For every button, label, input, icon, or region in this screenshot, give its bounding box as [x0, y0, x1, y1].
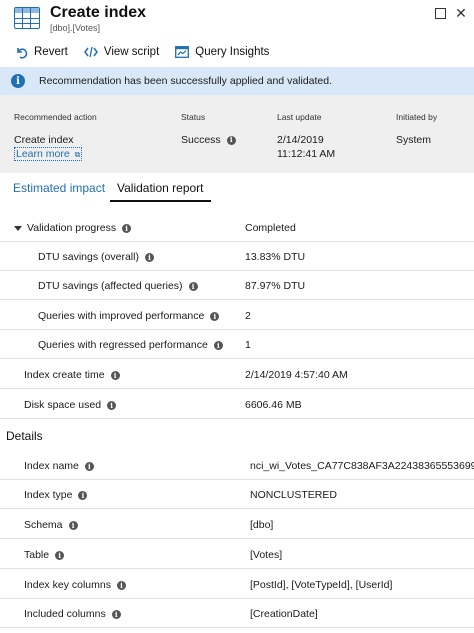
row-value: 13.83% DTU: [245, 251, 306, 263]
undo-icon: [15, 46, 28, 59]
query-insights-label: Query Insights: [195, 46, 270, 58]
row-value: [Votes]: [250, 549, 283, 561]
status-text: Success: [181, 134, 221, 146]
maximize-button[interactable]: [432, 5, 448, 21]
toolbar: Revert View script Query Insights: [0, 40, 474, 64]
improved-queries-row: Queries with improved performance i 2: [0, 301, 474, 330]
info-icon[interactable]: i: [110, 370, 120, 380]
info-icon: i: [11, 74, 25, 88]
active-tab-indicator: [110, 200, 211, 202]
tab-validation-report[interactable]: Validation report: [117, 181, 204, 195]
info-icon[interactable]: i: [213, 340, 223, 350]
code-icon: [83, 46, 98, 58]
revert-button[interactable]: Revert: [15, 46, 68, 59]
row-label: Queries with regressed performance: [38, 339, 208, 351]
index-key-columns-row: Index key columns i [PostId], [VoteTypeI…: [0, 570, 474, 599]
recommended-action-value: Create index: [14, 134, 74, 146]
row-value: 2: [245, 310, 251, 322]
row-label: Index name: [24, 460, 79, 472]
row-label: Index key columns: [24, 579, 111, 591]
info-icon[interactable]: i: [84, 461, 94, 471]
table-row: Table i [Votes]: [0, 540, 474, 569]
revert-label: Revert: [34, 46, 68, 58]
row-value: Completed: [245, 222, 296, 234]
details-section-title: Details: [6, 429, 43, 443]
blade-header: Create index [dbo].[Votes] ✕: [0, 0, 474, 38]
learn-more-link[interactable]: Learn more ⧉: [14, 147, 83, 161]
row-value: nci_wi_Votes_CA77C838AF3A22438365553699C…: [250, 460, 474, 472]
tab-estimated-impact[interactable]: Estimated impact: [13, 181, 105, 195]
last-update-header: Last update: [277, 112, 322, 122]
banner-message: Recommendation has been successfully app…: [39, 75, 333, 87]
query-insights-button[interactable]: Query Insights: [175, 46, 269, 58]
index-type-row: Index type i NONCLUSTERED: [0, 480, 474, 509]
row-value: 87.97% DTU: [245, 280, 306, 292]
row-label: Disk space used: [24, 399, 102, 411]
row-value: 6606.46 MB: [245, 399, 302, 411]
info-icon[interactable]: i: [116, 580, 126, 590]
chart-window-icon: [175, 46, 190, 58]
row-value: 1: [245, 339, 251, 351]
info-icon[interactable]: i: [210, 311, 220, 321]
recommended-action-header: Recommended action: [14, 112, 97, 122]
row-label: Validation progress: [27, 222, 117, 234]
validation-progress-row[interactable]: Validation progress i Completed: [0, 213, 474, 242]
last-update-value: 2/14/2019 11:12:41 AM: [277, 133, 335, 161]
page-title: Create index: [50, 4, 147, 21]
included-columns-row: Included columns i [CreationDate]: [0, 599, 474, 628]
row-value: NONCLUSTERED: [250, 489, 337, 501]
index-name-row: Index name i nci_wi_Votes_CA77C838AF3A22…: [0, 451, 474, 480]
row-label: Included columns: [24, 608, 106, 620]
info-icon[interactable]: i: [188, 281, 198, 291]
info-icon[interactable]: i: [55, 550, 65, 560]
regressed-queries-row: Queries with regressed performance i 1: [0, 330, 474, 359]
row-value: [dbo]: [250, 519, 274, 531]
row-label: DTU savings (overall): [38, 251, 139, 263]
row-label: DTU savings (affected queries): [38, 280, 183, 292]
status-header: Status: [181, 112, 206, 122]
index-create-time-row: Index create time i 2/14/2019 4:57:40 AM: [0, 360, 474, 389]
info-icon[interactable]: i: [107, 400, 117, 410]
last-update-time: 11:12:41 AM: [277, 148, 336, 160]
recommendation-summary: Recommended action Status Last update In…: [0, 95, 474, 173]
view-script-button[interactable]: View script: [83, 46, 160, 58]
last-update-date: 2/14/2019: [277, 134, 324, 146]
tab-strip: Estimated impact Validation report: [0, 176, 474, 202]
caret-down-icon: [14, 225, 22, 231]
external-link-icon: ⧉: [74, 150, 81, 159]
status-info-icon[interactable]: i: [226, 135, 236, 145]
view-script-label: View script: [103, 46, 160, 58]
row-label: Index create time: [24, 369, 105, 381]
info-icon[interactable]: i: [111, 609, 121, 619]
disk-space-row: Disk space used i 6606.46 MB: [0, 390, 474, 419]
initiated-by-header: Initiated by: [396, 112, 438, 122]
learn-more-label: Learn more: [16, 148, 70, 160]
row-label: Queries with improved performance: [38, 310, 205, 322]
row-value: [CreationDate]: [250, 608, 318, 620]
close-icon: ✕: [455, 4, 467, 21]
info-icon[interactable]: i: [78, 490, 88, 500]
maximize-icon: [434, 7, 446, 19]
info-icon[interactable]: i: [68, 520, 78, 530]
row-value: [PostId], [VoteTypeId], [UserId]: [250, 579, 393, 591]
info-icon[interactable]: i: [122, 223, 132, 233]
dtu-overall-row: DTU savings (overall) i 13.83% DTU: [0, 242, 474, 271]
row-label: Table: [24, 549, 50, 561]
success-banner: i Recommendation has been successfully a…: [0, 67, 474, 95]
close-button[interactable]: ✕: [453, 5, 469, 21]
initiated-by-value: System: [396, 134, 432, 146]
schema-row: Schema i [dbo]: [0, 510, 474, 539]
info-icon[interactable]: i: [144, 252, 154, 262]
table-icon: [14, 7, 40, 29]
status-value: Success i: [181, 133, 236, 147]
row-value: 2/14/2019 4:57:40 AM: [245, 369, 348, 381]
row-label: Schema: [24, 519, 63, 531]
page-subtitle: [dbo].[Votes]: [50, 23, 101, 33]
dtu-affected-row: DTU savings (affected queries) i 87.97% …: [0, 271, 474, 300]
row-label: Index type: [24, 489, 73, 501]
